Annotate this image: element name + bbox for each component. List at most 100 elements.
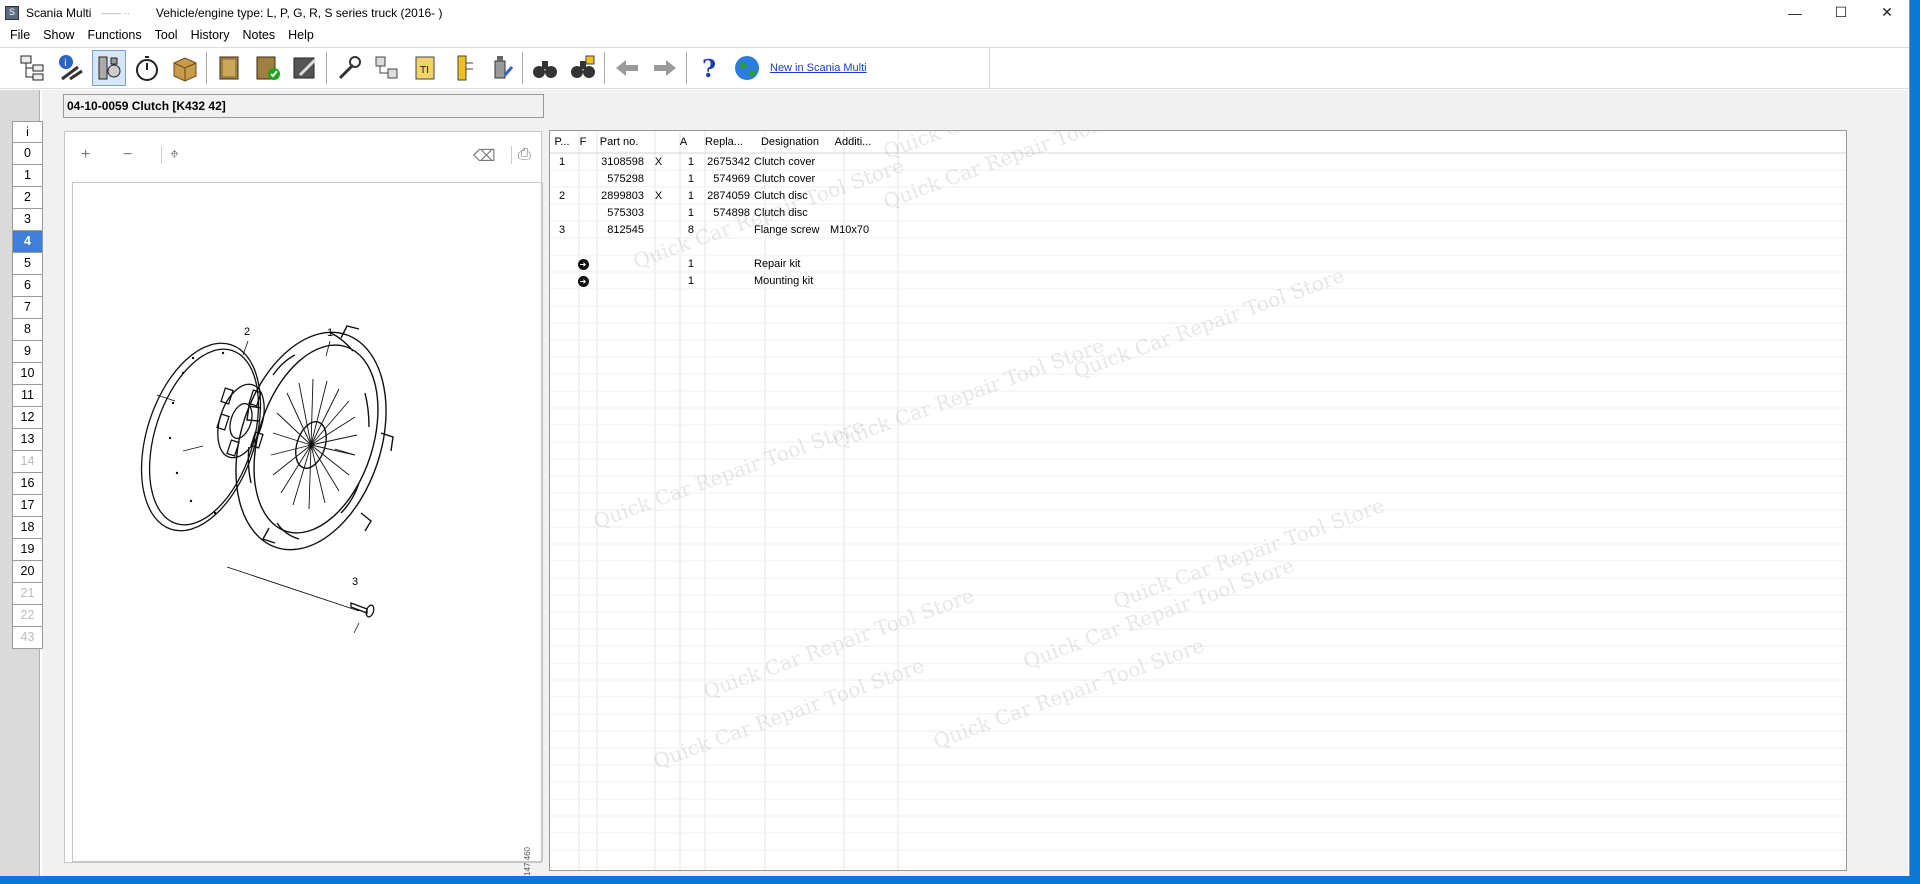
table-row[interactable]: 1 3108598 X 1 2675342 Clutch cover (550, 153, 878, 170)
binoculars-icon[interactable] (528, 50, 562, 86)
close-button[interactable]: ✕ (1864, 0, 1909, 25)
tab-9[interactable]: 9 (12, 341, 43, 363)
cell-additional (828, 187, 878, 204)
callout-2[interactable]: 2 (244, 326, 250, 338)
cell-x (646, 238, 671, 255)
menu-show[interactable]: Show (43, 28, 74, 42)
whats-new-link[interactable]: New in Scania Multi (770, 62, 867, 74)
structure-tree-icon[interactable] (16, 50, 50, 86)
tab-13[interactable]: 13 (12, 429, 43, 451)
cell-x (646, 255, 671, 272)
print-icon[interactable]: ⎙ (511, 146, 531, 164)
tab-18[interactable]: 18 (12, 517, 43, 539)
zoom-out-icon[interactable]: − (123, 146, 132, 164)
col-header-x[interactable] (646, 131, 671, 153)
tab-7[interactable]: 7 (12, 297, 43, 319)
cell-designation: Mounting kit (754, 274, 814, 287)
clutch-drawing (140, 325, 394, 634)
cell-flag (574, 187, 592, 204)
menu-help[interactable]: Help (288, 28, 314, 42)
kit-arrow-icon[interactable]: ➜ (577, 275, 589, 287)
menu-notes[interactable]: Notes (242, 28, 275, 42)
tab-11[interactable]: 11 (12, 385, 43, 407)
menu-history[interactable]: History (191, 28, 230, 42)
minimize-button[interactable]: — (1772, 0, 1818, 25)
menu-tool[interactable]: Tool (155, 28, 178, 42)
tab-43: 43 (12, 627, 43, 649)
eraser-icon[interactable]: ⌫ (473, 146, 496, 166)
tab-1[interactable]: 1 (12, 165, 43, 187)
tab-10[interactable]: 10 (12, 363, 43, 385)
stopwatch-icon[interactable] (130, 50, 164, 86)
table-row[interactable]: 575298 1 574969 Clutch cover (550, 170, 878, 187)
edit-note-icon[interactable] (288, 50, 322, 86)
globe-icon[interactable] (730, 50, 764, 86)
cell-x: X (654, 189, 663, 202)
col-header-amount[interactable]: A (671, 131, 696, 153)
manual-book-icon[interactable] (212, 50, 246, 86)
menu-file[interactable]: File (10, 28, 30, 42)
tab-12[interactable]: 12 (12, 407, 43, 429)
cell-part-no (592, 238, 646, 255)
callout-3[interactable]: 3 (352, 576, 358, 588)
cell-position: 1 (558, 155, 566, 168)
col-header-part-no[interactable]: Part no. (592, 131, 646, 153)
fit-view-icon[interactable]: ⌖ (161, 146, 179, 164)
cell-flag (574, 153, 592, 170)
col-header-flag[interactable]: F (574, 131, 592, 153)
cell-x (646, 221, 671, 238)
parts-catalog-icon[interactable] (92, 50, 126, 86)
tab-17[interactable]: 17 (12, 495, 43, 517)
table-row[interactable]: ➜ 1 Mounting kit (550, 272, 878, 289)
zoom-in-icon[interactable]: + (81, 146, 90, 164)
cell-additional: M10x70 (830, 223, 870, 236)
col-header-designation[interactable]: Designation (752, 131, 828, 153)
cell-position (550, 255, 574, 272)
tab-6[interactable]: 6 (12, 275, 43, 297)
table-row[interactable]: 2 2899803 X 1 2874059 Clutch disc (550, 187, 878, 204)
workshop-equipment-icon[interactable] (484, 50, 518, 86)
table-row[interactable]: ➜ 1 Repair kit (550, 255, 878, 272)
col-header-position[interactable]: P... (550, 131, 574, 153)
approved-book-icon[interactable] (250, 50, 284, 86)
cell-replaced: 2675342 (707, 155, 750, 168)
box-icon[interactable] (168, 50, 202, 86)
cell-replaced (696, 238, 752, 255)
table-row[interactable] (550, 238, 878, 255)
tool-icon[interactable] (446, 50, 480, 86)
tab-20[interactable]: 20 (12, 561, 43, 583)
cell-additional (828, 238, 878, 255)
back-arrow-icon[interactable] (610, 50, 644, 86)
tab-5[interactable]: 5 (12, 253, 43, 275)
callout-1[interactable]: 1 (327, 327, 333, 339)
tab-8[interactable]: 8 (12, 319, 43, 341)
assembly-axis (156, 394, 360, 612)
table-row[interactable]: 3 812545 8 Flange screw M10x70 (550, 221, 878, 238)
tab-16[interactable]: 16 (12, 473, 43, 495)
menu-functions[interactable]: Functions (87, 28, 141, 42)
tab-19[interactable]: 19 (12, 539, 43, 561)
tab-4[interactable]: 4 (12, 231, 43, 253)
cell-position (550, 170, 574, 187)
tab-i[interactable]: i (12, 121, 43, 143)
kit-arrow-icon[interactable]: ➜ (577, 258, 589, 270)
diagram-icon[interactable] (370, 50, 404, 86)
find-parts-icon[interactable] (566, 50, 600, 86)
cell-amount: 1 (687, 189, 694, 202)
tab-0[interactable]: 0 (12, 143, 43, 165)
col-header-additional[interactable]: Additi... (828, 131, 878, 153)
col-header-replaced[interactable]: Repla... (696, 131, 752, 153)
technical-info-icon[interactable]: TI (408, 50, 442, 86)
tab-3[interactable]: 3 (12, 209, 43, 231)
vehicle-info-icon[interactable]: i (54, 50, 88, 86)
wrench-icon[interactable] (332, 50, 366, 86)
table-row[interactable]: 575303 1 574898 Clutch disc (550, 204, 878, 221)
toolbar: i TI ? New in Scania Multi (0, 47, 990, 89)
cell-amount: 1 (687, 172, 694, 185)
forward-arrow-icon[interactable] (648, 50, 682, 86)
help-icon[interactable]: ? (692, 50, 726, 86)
exploded-view-drawing[interactable]: 2 1 3 147 460 (72, 182, 543, 876)
maximize-button[interactable]: ☐ (1818, 0, 1864, 25)
cell-x (646, 204, 671, 221)
tab-2[interactable]: 2 (12, 187, 43, 209)
